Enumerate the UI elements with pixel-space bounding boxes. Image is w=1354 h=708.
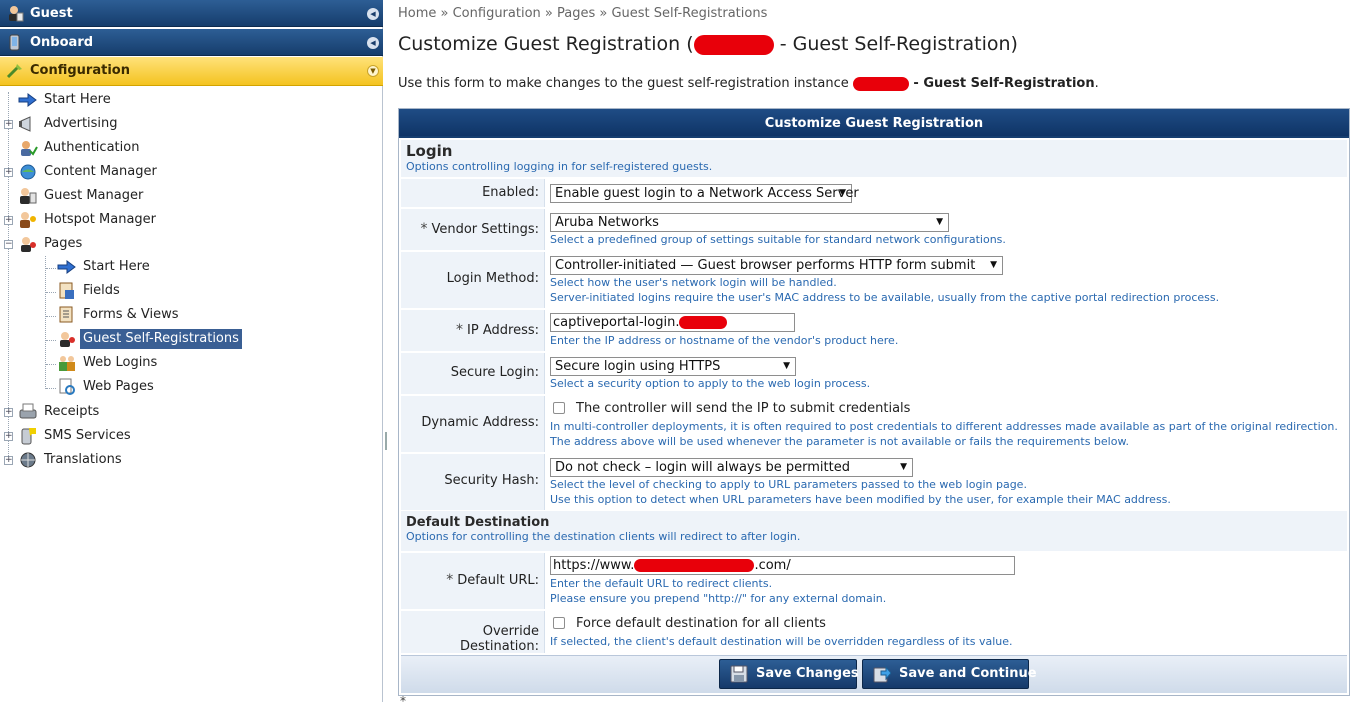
save-and-continue-button[interactable]: Save and Continue: [862, 659, 1037, 689]
expand-toggle[interactable]: +: [4, 432, 13, 441]
login-method-row: Login Method: Controller-initiated — Gue…: [401, 251, 1347, 308]
save-continue-icon: [873, 665, 891, 683]
nav-section-configuration[interactable]: Configuration ▼: [0, 57, 383, 86]
security-hash-select[interactable]: Do not check – login will always be perm…: [550, 458, 913, 477]
save-changes-button[interactable]: Save Changes: [719, 659, 859, 689]
override-destination-row: Override Destination: Force default dest…: [401, 610, 1347, 654]
default-url-row: * Default URL: https://www. .com/ Enter th…: [401, 552, 1347, 609]
default-destination-section-header: Default Destination Options for controll…: [401, 511, 1347, 551]
override-destination-checkbox[interactable]: [553, 617, 565, 629]
enabled-row: Enabled: Enable guest login to a Network…: [401, 178, 1347, 207]
breadcrumb[interactable]: Home » Configuration » Pages » Guest Sel…: [398, 6, 767, 21]
dropdown-caret-icon: ▼: [990, 260, 997, 270]
dropdown-caret-icon: ▼: [783, 361, 790, 371]
form-header: Customize Guest Registration: [399, 109, 1349, 138]
page-title: Customize Guest Registration ( - Guest S…: [398, 33, 1018, 55]
megaphone-icon: [19, 116, 31, 132]
arrow-right-icon: [57, 260, 76, 274]
ip-address-row: * IP Address: captiveportal-login. Enter …: [401, 309, 1347, 351]
nav-section-onboard[interactable]: Onboard ◀: [0, 29, 383, 56]
ip-address-input[interactable]: captiveportal-login.: [550, 313, 795, 332]
nav-section-guest[interactable]: Guest ◀: [0, 0, 383, 27]
dropdown-caret-icon: ▼: [936, 217, 943, 227]
sidebar: Guest ◀ Onboard ◀ Configuration ▼ Start …: [0, 0, 383, 702]
web-pages-icon: [59, 378, 75, 395]
login-section-header: Login Options controlling logging in for…: [401, 140, 1347, 177]
secure-login-row: Secure Login: Secure login using HTTPS ▼ …: [401, 352, 1347, 394]
collapse-arrow-icon[interactable]: ◀: [367, 37, 379, 49]
authentication-icon: [21, 141, 38, 156]
content-manager-icon: [20, 164, 36, 180]
redacted-domain: [634, 559, 755, 572]
dropdown-caret-icon: ▼: [900, 462, 907, 472]
arrow-right-icon: [18, 93, 37, 107]
nav-section-label: Configuration: [30, 63, 130, 78]
login-method-select[interactable]: Controller-initiated — Guest browser per…: [550, 256, 1003, 275]
sidebar-splitter[interactable]: [383, 0, 389, 702]
fields-icon: [59, 282, 74, 299]
translations-icon: [20, 452, 36, 468]
dropdown-caret-icon: ▼: [839, 188, 846, 198]
hotspot-manager-icon: [20, 212, 36, 228]
expand-toggle[interactable]: +: [4, 216, 13, 225]
collapse-arrow-icon[interactable]: ◀: [367, 8, 379, 20]
security-hash-row: Security Hash: Do not check – login will…: [401, 453, 1347, 510]
forms-views-icon: [59, 306, 73, 323]
expand-arrow-icon[interactable]: ▼: [367, 65, 379, 77]
main-content: Home » Configuration » Pages » Guest Sel…: [398, 0, 1350, 708]
intro-text: Use this form to make changes to the gue…: [398, 76, 1099, 91]
enabled-select[interactable]: Enable guest login to a Network Access S…: [550, 184, 859, 203]
save-icon: [730, 665, 748, 683]
guest-manager-icon: [20, 188, 37, 204]
dynamic-address-checkbox[interactable]: [553, 402, 565, 414]
redacted-name: [693, 34, 774, 55]
vendor-settings-select[interactable]: Aruba Networks ▼: [550, 213, 949, 232]
dynamic-address-row: Dynamic Address: The controller will sen…: [401, 395, 1347, 452]
nav-section-label: Onboard: [30, 35, 94, 50]
configuration-icon: [6, 64, 22, 79]
collapse-toggle[interactable]: −: [4, 240, 13, 249]
web-logins-icon: [59, 356, 75, 371]
default-url-input[interactable]: https://www. .com/: [550, 556, 1015, 575]
required-footnote-mark: *: [400, 694, 406, 708]
receipts-icon: [19, 403, 37, 419]
guest-self-registration-icon: [60, 332, 75, 347]
pages-icon: [21, 237, 36, 252]
form-button-bar: Save Changes Save and Continue: [401, 655, 1347, 693]
secure-login-select[interactable]: Secure login using HTTPS ▼: [550, 357, 796, 376]
vendor-settings-row: * Vendor Settings: Aruba Networks ▼ Select…: [401, 208, 1347, 250]
customize-form: Customize Guest Registration Login Optio…: [398, 108, 1350, 696]
expand-toggle[interactable]: +: [4, 120, 13, 129]
expand-toggle[interactable]: +: [4, 456, 13, 465]
guest-icon: [9, 6, 24, 22]
nav-section-label: Guest: [30, 6, 73, 21]
expand-toggle[interactable]: +: [4, 408, 13, 417]
expand-toggle[interactable]: +: [4, 168, 13, 177]
sms-icon: [21, 428, 36, 445]
onboard-icon: [9, 34, 20, 51]
redacted-name: [852, 76, 909, 91]
redacted-hostname: [679, 316, 728, 329]
